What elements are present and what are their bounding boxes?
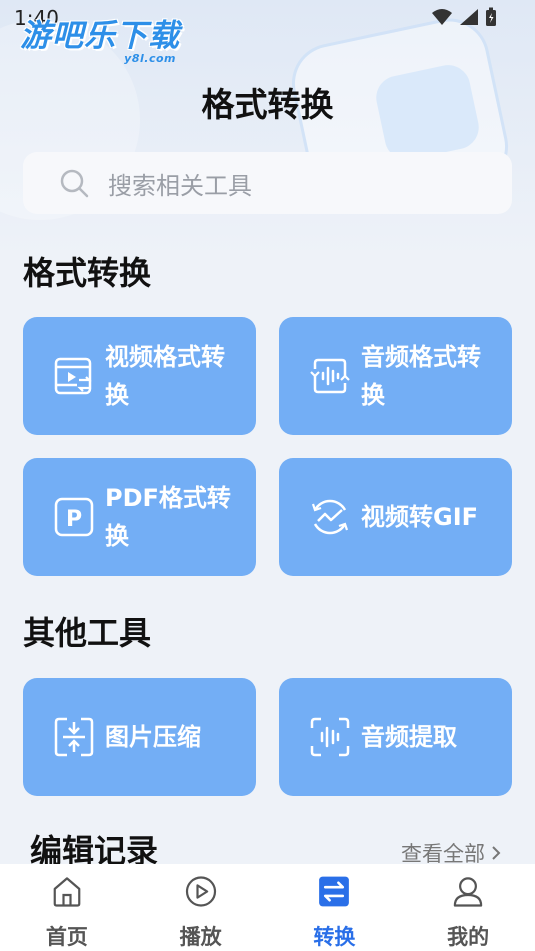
signal-icon	[460, 9, 478, 25]
image-compress-button[interactable]: 图片压缩	[23, 678, 256, 796]
card-label: 音频格式转 换	[361, 343, 481, 409]
pdf-format-convert-button[interactable]: P PDF格式转 换	[23, 458, 256, 576]
tab-convert[interactable]: 转换	[268, 864, 402, 951]
section-title-other: 其他工具	[23, 614, 152, 652]
gif-icon	[311, 499, 349, 535]
tab-label: 我的	[447, 925, 490, 949]
audio-format-convert-button[interactable]: 音频格式转 换	[279, 317, 512, 435]
card-label: 视频格式转 换	[105, 343, 225, 409]
search-placeholder: 搜索相关工具	[108, 171, 252, 200]
brand-logo: 游吧乐下载 y8l.com	[20, 18, 190, 66]
tab-home[interactable]: 首页	[0, 864, 134, 951]
tab-label: 转换	[313, 925, 356, 949]
status-icons	[431, 7, 497, 27]
play-icon	[185, 876, 216, 907]
user-icon	[453, 877, 483, 907]
page-title: 格式转换	[201, 85, 334, 124]
logo-subtext: y8l.com	[124, 52, 176, 65]
search-input[interactable]: 搜索相关工具	[23, 152, 512, 214]
search-icon	[60, 169, 89, 198]
video-to-gif-button[interactable]: 视频转GIF	[279, 458, 512, 576]
tab-label: 首页	[45, 925, 88, 949]
home-icon	[53, 877, 81, 907]
audio-extract-icon	[310, 717, 350, 757]
video-format-convert-button[interactable]: 视频格式转 换	[23, 317, 256, 435]
audio-extract-button[interactable]: 音频提取	[279, 678, 512, 796]
convert-icon	[319, 876, 350, 907]
image-compress-icon	[54, 717, 94, 757]
card-label: 视频转GIF	[361, 503, 479, 531]
tab-label: 播放	[179, 925, 222, 949]
battery-icon	[486, 7, 496, 26]
video-convert-icon	[54, 357, 92, 395]
logo-text: 游吧乐下载	[20, 18, 180, 54]
section-title-format: 格式转换	[23, 254, 152, 292]
chevron-right-icon	[492, 846, 501, 860]
card-label: 图片压缩	[105, 723, 201, 751]
pdf-icon: P	[54, 497, 94, 537]
tab-play[interactable]: 播放	[134, 864, 268, 951]
card-label: PDF格式转 换	[105, 484, 231, 550]
tab-profile[interactable]: 我的	[401, 864, 535, 951]
audio-convert-icon	[310, 358, 350, 394]
svg-text:P: P	[66, 507, 82, 532]
bottom-tab-bar: 首页 播放 转换 我的	[0, 864, 535, 951]
card-label: 音频提取	[361, 723, 457, 751]
wifi-icon	[432, 9, 452, 25]
